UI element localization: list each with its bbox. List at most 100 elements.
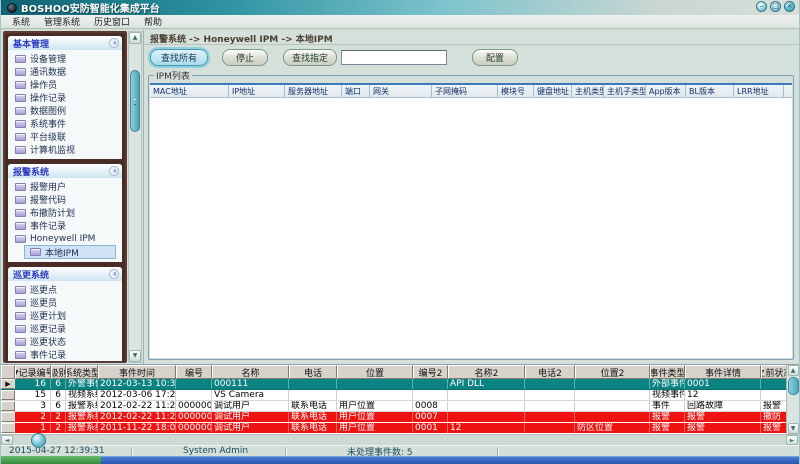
sidebar-item[interactable]: 报警代码: [10, 193, 120, 206]
row-selector[interactable]: [1, 390, 15, 400]
scroll-down-icon[interactable]: ▼: [788, 423, 799, 434]
panel-button-icon: [15, 107, 26, 115]
ipm-column-header[interactable]: 主机子类型: [603, 85, 645, 97]
chevron-up-icon[interactable]: «: [109, 38, 119, 48]
sidebar-item[interactable]: 巡更员: [10, 296, 120, 309]
find-all-button[interactable]: 查找所有: [150, 49, 208, 66]
event-column-header[interactable]: 电话: [289, 365, 337, 379]
ipm-column-header[interactable]: 服务器地址: [284, 85, 341, 97]
chevron-up-icon[interactable]: «: [109, 166, 119, 176]
event-column-header[interactable]: 系统类型: [66, 365, 98, 379]
sidebar-item[interactable]: 操作员: [10, 78, 120, 91]
minimize-button[interactable]: –: [756, 1, 767, 12]
ipm-column-header[interactable]: 键盘地址: [533, 85, 571, 97]
event-scroll-thumb[interactable]: [788, 377, 799, 395]
table-row[interactable]: 12报警系统2011-11-22 18:00:2700000003调试用户联系电…: [1, 423, 788, 434]
sidebar-wrap: 基本管理« 设备管理通讯数据操作员操作记录数据图例系统事件平台级联计算机监视报警系…: [1, 30, 143, 364]
sidebar-item[interactable]: 设备管理: [10, 52, 120, 65]
search-input[interactable]: [341, 50, 447, 65]
table-cell: 撤防: [761, 412, 788, 422]
menu-item[interactable]: 帮助: [137, 15, 169, 28]
title-bar[interactable]: BOSHOO安防智能化集成平台 – □ ×: [1, 0, 799, 15]
event-column-header[interactable]: 位置2: [575, 365, 650, 379]
sidebar-item-label: 通讯数据: [30, 65, 66, 78]
scroll-up-icon[interactable]: ▲: [788, 365, 799, 376]
event-column-header[interactable]: ▼记录编号: [15, 365, 51, 379]
app-window: BOSHOO安防智能化集成平台 – □ × 系统管理系统历史窗口帮助 基本管理«…: [0, 0, 800, 464]
event-column-header[interactable]: 名称2: [448, 365, 525, 379]
close-button[interactable]: ×: [784, 1, 795, 12]
event-column-header[interactable]: 之前状态: [761, 365, 788, 379]
ipm-column-header[interactable]: 端口: [341, 85, 369, 97]
row-selector[interactable]: [1, 423, 15, 433]
ipm-column-header[interactable]: App版本: [645, 85, 685, 97]
event-column-header[interactable]: 事件类型: [650, 365, 685, 379]
ipm-column-header[interactable]: BL版本: [685, 85, 733, 97]
event-column-header[interactable]: 事件时间: [98, 365, 176, 379]
sidebar-group: 基本管理« 设备管理通讯数据操作员操作记录数据图例系统事件平台级联计算机监视: [8, 36, 122, 159]
sidebar-item[interactable]: 布撤防计划: [10, 206, 120, 219]
sidebar-item[interactable]: 巡更计划: [10, 309, 120, 322]
chevron-up-icon[interactable]: «: [109, 269, 119, 279]
ipm-column-header[interactable]: 网关: [369, 85, 431, 97]
event-table-vscrollbar[interactable]: ▲ ▼: [786, 365, 799, 434]
sidebar-item[interactable]: 巡更状态: [10, 335, 120, 348]
sidebar-group-header[interactable]: 巡更系统«: [8, 267, 122, 281]
maximize-button[interactable]: □: [770, 1, 781, 12]
sidebar-item[interactable]: Honeywell IPM: [10, 232, 120, 245]
event-column-header[interactable]: 级别: [51, 365, 66, 379]
sidebar-item[interactable]: 巡更点: [10, 283, 120, 296]
sidebar-item[interactable]: 报警用户: [10, 180, 120, 193]
scroll-left-icon[interactable]: ◄: [1, 435, 13, 445]
ipm-column-header[interactable]: 主机类型: [571, 85, 603, 97]
table-row[interactable]: 156视频系统2012-03-06 17:26:34VS Camera视频事件1…: [1, 390, 788, 401]
scroll-right-icon[interactable]: ►: [786, 435, 798, 445]
event-column-header[interactable]: 事件详情: [685, 365, 761, 379]
sidebar-group-header[interactable]: 报警系统«: [8, 164, 122, 178]
sidebar-item[interactable]: 事件记录: [10, 348, 120, 361]
table-row[interactable]: ▶166外警事件2012-03-13 10:38:04000111API DLL…: [1, 379, 788, 390]
ipm-table-body[interactable]: [150, 98, 792, 358]
event-column-header[interactable]: 电话2: [525, 365, 575, 379]
ipm-column-header[interactable]: 模块号: [497, 85, 533, 97]
row-selector[interactable]: ▶: [1, 379, 15, 389]
ipm-column-header[interactable]: IP地址: [228, 85, 284, 97]
menu-item[interactable]: 管理系统: [37, 15, 87, 28]
sidebar-scrollbar[interactable]: ▲ ▼: [128, 31, 142, 363]
sidebar-scroll-thumb[interactable]: [130, 70, 140, 132]
row-selector[interactable]: [1, 412, 15, 422]
scroll-down-icon[interactable]: ▼: [129, 350, 141, 362]
sidebar-group-header[interactable]: 基本管理«: [8, 36, 122, 50]
scroll-up-icon[interactable]: ▲: [129, 32, 141, 44]
horizontal-scroll-thumb[interactable]: [31, 433, 46, 448]
event-column-header[interactable]: 位置: [337, 365, 413, 379]
stop-button[interactable]: 停止: [222, 49, 268, 66]
event-column-header[interactable]: 编号: [176, 365, 212, 379]
ipm-column-header[interactable]: MAC地址: [150, 85, 228, 97]
menu-item[interactable]: 历史窗口: [87, 15, 137, 28]
sidebar-item[interactable]: 本地IPM: [24, 245, 116, 259]
ipm-column-header[interactable]: LRR地址: [733, 85, 783, 97]
sidebar-item[interactable]: 通讯数据: [10, 65, 120, 78]
find-specified-button[interactable]: 查找指定: [283, 49, 337, 66]
event-column-header[interactable]: 名称: [212, 365, 289, 379]
row-selector[interactable]: [1, 401, 15, 411]
sidebar-item[interactable]: 操作记录: [10, 91, 120, 104]
sidebar-item[interactable]: 巡更记录: [10, 322, 120, 335]
event-scroll-track[interactable]: [788, 376, 799, 423]
table-row[interactable]: 36报警系统2012-02-22 11:26:0200000002调试用户联系电…: [1, 401, 788, 412]
table-cell: [448, 412, 525, 422]
event-column-header[interactable]: 编号2: [413, 365, 448, 379]
sidebar-item[interactable]: 计算机监视: [10, 143, 120, 156]
sidebar-item[interactable]: 事件记录: [10, 219, 120, 232]
table-cell: 防区位置: [575, 423, 650, 433]
sidebar-scroll-track[interactable]: [129, 44, 141, 350]
table-row[interactable]: 22报警系统2012-02-22 11:26:0200000002调试用户联系电…: [1, 412, 788, 423]
sidebar-item[interactable]: 数据图例: [10, 104, 120, 117]
ipm-column-header[interactable]: 子网掩码: [431, 85, 497, 97]
horizontal-scrollbar[interactable]: ◄ ►: [1, 434, 799, 445]
sidebar-item[interactable]: 系统事件: [10, 117, 120, 130]
menu-item[interactable]: 系统: [5, 15, 37, 28]
sidebar-item[interactable]: 平台级联: [10, 130, 120, 143]
configure-button[interactable]: 配置: [472, 49, 518, 66]
